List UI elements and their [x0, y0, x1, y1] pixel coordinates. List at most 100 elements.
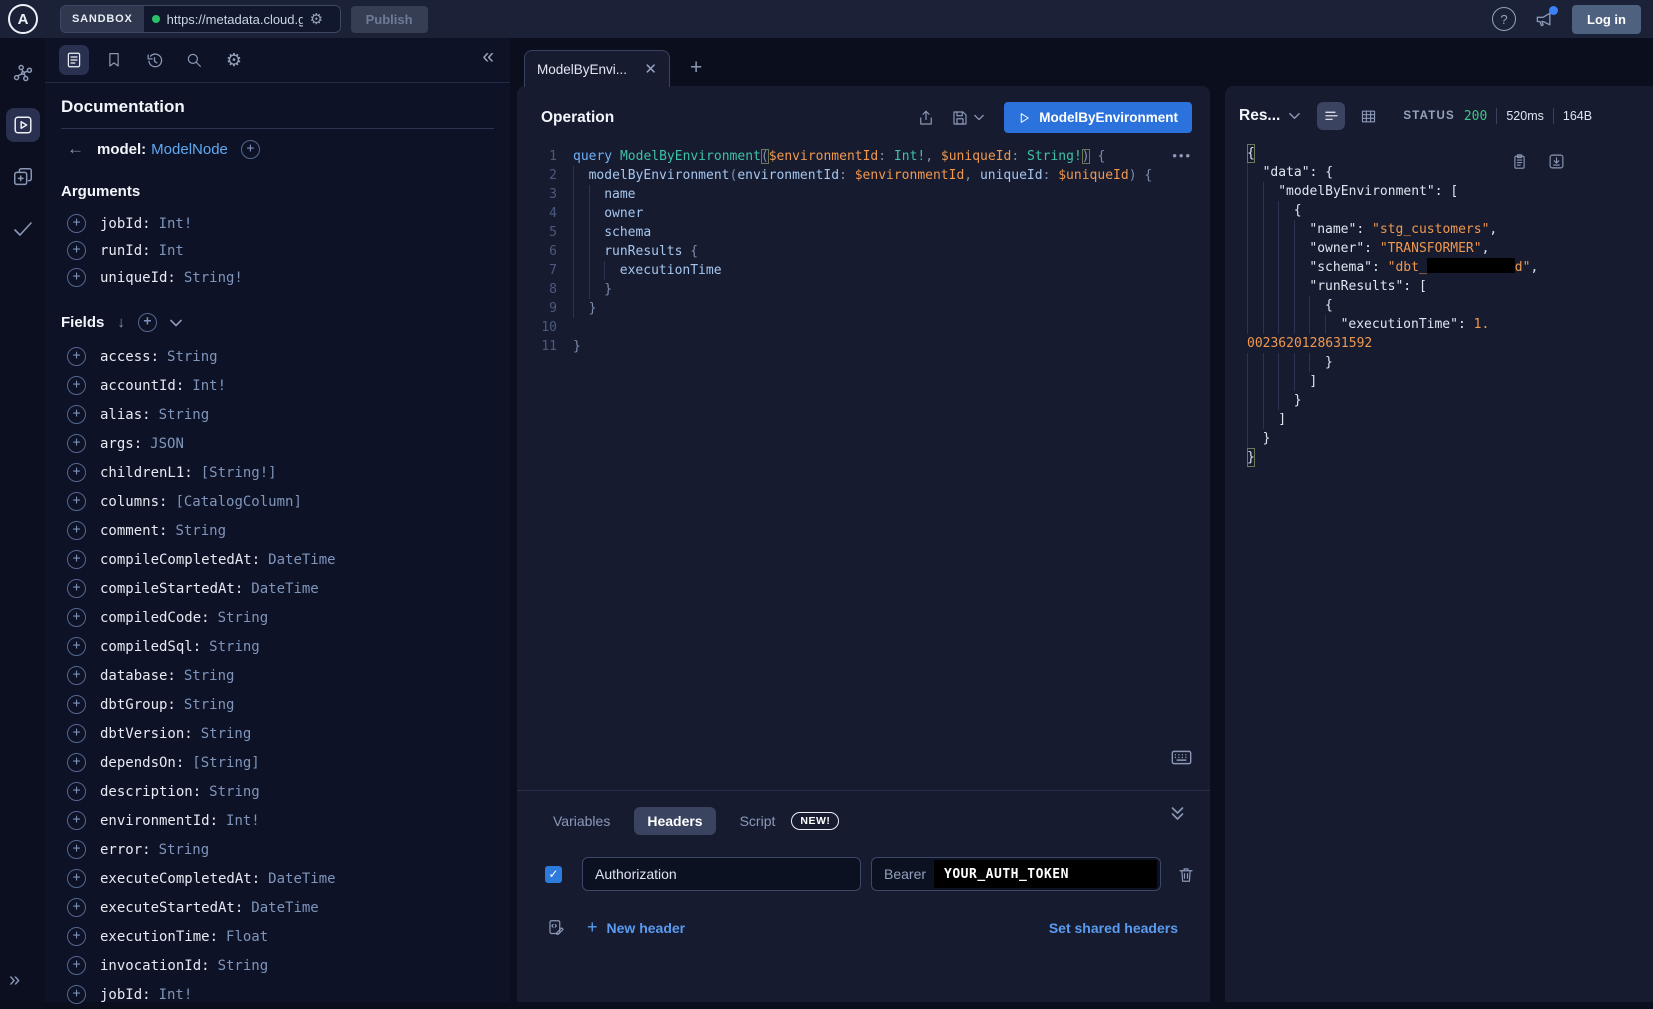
field-name[interactable]: compileStartedAt:	[100, 581, 243, 597]
add-to-query-icon[interactable]: +	[67, 434, 86, 453]
header-enabled-checkbox[interactable]: ✓	[545, 866, 562, 883]
field-type-link[interactable]: DateTime	[268, 552, 335, 568]
field-row[interactable]: +database:String	[61, 661, 494, 690]
field-row[interactable]: + args: JSON	[61, 429, 494, 458]
table-view-toggle[interactable]	[1354, 102, 1382, 130]
delete-header-button[interactable]	[1177, 865, 1195, 884]
save-icon[interactable]	[951, 109, 969, 127]
field-row[interactable]: +error:String	[61, 835, 494, 864]
add-to-query-icon[interactable]: +	[67, 782, 86, 801]
field-name[interactable]: uniqueId:	[100, 270, 176, 286]
field-type-link[interactable]: [String]	[192, 755, 259, 771]
field-name[interactable]: executionTime:	[100, 929, 218, 945]
field-row[interactable]: +compileCompletedAt:DateTime	[61, 545, 494, 574]
sort-icon[interactable]: ↓	[117, 314, 125, 331]
field-name[interactable]: dbtVersion:	[100, 726, 193, 742]
documentation-tab[interactable]	[59, 45, 89, 75]
add-to-query-icon[interactable]: +	[67, 268, 86, 287]
field-name[interactable]: alias:	[100, 407, 151, 423]
add-to-query-icon[interactable]: +	[67, 492, 86, 511]
add-to-query-icon[interactable]: +	[67, 695, 86, 714]
add-all-fields-icon[interactable]: +	[241, 140, 260, 159]
field-type-link[interactable]: DateTime	[268, 871, 335, 887]
field-type-link[interactable]: Int	[159, 243, 184, 259]
field-row[interactable]: +alias:String	[61, 400, 494, 429]
field-name[interactable]: columns:	[100, 494, 167, 510]
new-tab-button[interactable]: +	[690, 56, 702, 80]
field-type-link[interactable]: String!	[184, 270, 243, 286]
nav-operation-collections[interactable]	[6, 160, 40, 194]
field-name[interactable]: jobId:	[100, 987, 151, 1003]
field-name[interactable]: dbtGroup:	[100, 697, 176, 713]
field-row[interactable]: +dependsOn:[String]	[61, 748, 494, 777]
field-type-link[interactable]: String	[184, 668, 235, 684]
add-to-query-icon[interactable]: +	[67, 347, 86, 366]
field-row[interactable]: +comment:String	[61, 516, 494, 545]
field-type-link[interactable]: Float	[226, 929, 268, 945]
field-name[interactable]: description:	[100, 784, 201, 800]
endpoint-settings-icon[interactable]: ⚙	[310, 12, 323, 27]
collapse-request-section-button[interactable]	[1171, 807, 1184, 821]
field-type-link[interactable]: String	[209, 784, 260, 800]
back-arrow-icon[interactable]: ←	[67, 139, 84, 159]
add-to-query-icon[interactable]: +	[67, 405, 86, 424]
settings-tab[interactable]: ⚙	[219, 45, 249, 75]
field-row[interactable]: +executeStartedAt:DateTime	[61, 893, 494, 922]
field-name[interactable]: compiledSql:	[100, 639, 201, 655]
field-row[interactable]: +dbtVersion:String	[61, 719, 494, 748]
add-to-query-icon[interactable]: +	[67, 956, 86, 975]
breadcrumb-type-link[interactable]: ModelNode	[151, 141, 228, 158]
field-row[interactable]: + dbtGroup: String	[61, 690, 494, 719]
field-name[interactable]: childrenL1:	[100, 465, 193, 481]
field-name[interactable]: executeStartedAt:	[100, 900, 243, 916]
field-type-link[interactable]: Int!	[226, 813, 260, 829]
search-tab[interactable]	[179, 45, 209, 75]
add-to-query-icon[interactable]: +	[67, 550, 86, 569]
field-type-link[interactable]: String	[167, 349, 218, 365]
field-row[interactable]: +executeCompletedAt:DateTime	[61, 864, 494, 893]
token-redaction-box[interactable]: YOUR_AUTH_TOKEN	[934, 860, 1157, 888]
field-type-link[interactable]: [CatalogColumn]	[175, 494, 301, 510]
field-row[interactable]: + columns: [CatalogColumn]	[61, 487, 494, 516]
new-header-button[interactable]: + New header	[587, 917, 685, 938]
field-type-link[interactable]: DateTime	[251, 900, 318, 916]
field-name[interactable]: dependsOn:	[100, 755, 184, 771]
keyboard-shortcuts-button[interactable]	[1171, 750, 1192, 765]
close-tab-icon[interactable]: ✕	[644, 60, 657, 78]
add-to-query-icon[interactable]: +	[67, 927, 86, 946]
save-dropdown-chevron-icon[interactable]	[974, 114, 984, 121]
field-row[interactable]: +accountId:Int!	[61, 371, 494, 400]
field-type-link[interactable]: JSON	[150, 436, 184, 452]
history-tab[interactable]	[139, 45, 169, 75]
argument-row[interactable]: +runId:Int	[61, 237, 494, 264]
help-icon[interactable]: ?	[1492, 7, 1516, 31]
argument-row[interactable]: +jobId:Int!	[61, 210, 494, 237]
saved-operations-tab[interactable]	[99, 45, 129, 75]
nav-explorer[interactable]	[6, 108, 40, 142]
field-row[interactable]: + executionTime: Float	[61, 922, 494, 951]
edit-headers-script-icon[interactable]	[547, 918, 565, 937]
field-type-link[interactable]: String	[201, 726, 252, 742]
field-name[interactable]: access:	[100, 349, 159, 365]
operation-tab[interactable]: ModelByEnvi... ✕	[524, 50, 670, 87]
field-type-link[interactable]: String	[209, 639, 260, 655]
add-to-query-icon[interactable]: +	[67, 214, 86, 233]
field-name[interactable]: environmentId:	[100, 813, 218, 829]
add-to-query-icon[interactable]: +	[67, 811, 86, 830]
field-row[interactable]: + description: String	[61, 777, 494, 806]
chevron-down-icon[interactable]	[170, 319, 182, 327]
add-to-query-icon[interactable]: +	[67, 241, 86, 260]
field-type-link[interactable]: Int!	[159, 987, 193, 1003]
collapse-panel-button[interactable]: «	[482, 45, 494, 69]
field-name[interactable]: args:	[100, 436, 142, 452]
field-type-link[interactable]: String	[159, 842, 210, 858]
tab-variables[interactable]: Variables	[553, 813, 610, 829]
set-shared-headers-link[interactable]: Set shared headers	[1049, 920, 1178, 936]
field-type-link[interactable]: String	[184, 697, 235, 713]
header-value-input[interactable]: Bearer YOUR_AUTH_TOKEN	[871, 857, 1161, 891]
announcements-icon[interactable]	[1534, 9, 1554, 29]
add-to-query-icon[interactable]: +	[67, 608, 86, 627]
field-name[interactable]: database:	[100, 668, 176, 684]
field-row[interactable]: +compiledSql:String	[61, 632, 494, 661]
add-to-query-icon[interactable]: +	[67, 869, 86, 888]
